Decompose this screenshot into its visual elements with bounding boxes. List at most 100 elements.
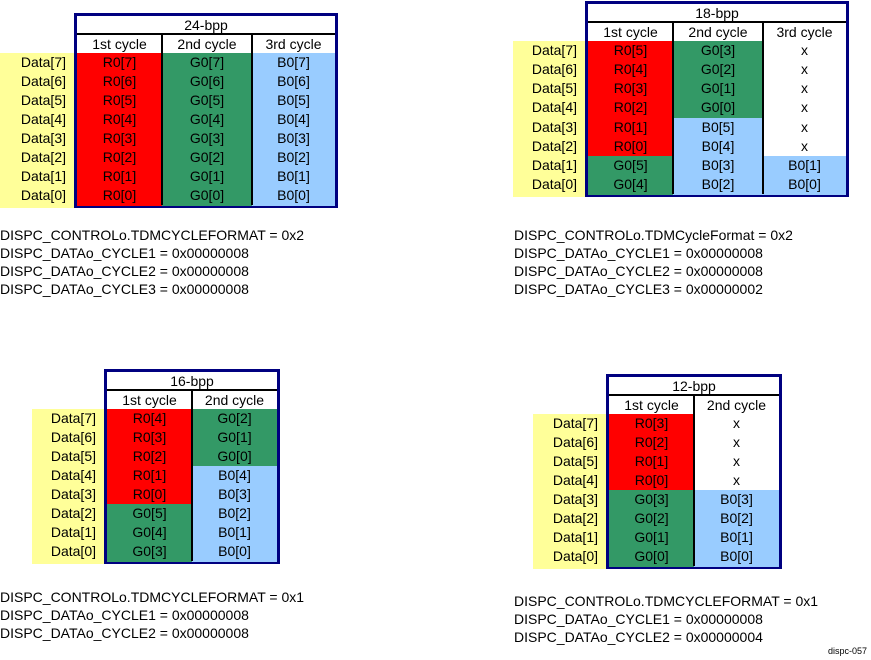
row-label: Data[0] <box>552 548 598 564</box>
bit-cell: R0[4] <box>77 110 162 130</box>
column-header: 1st cycle <box>92 36 147 52</box>
bit-cell: G0[1] <box>673 79 763 99</box>
row-label: Data[3] <box>20 130 66 146</box>
bit-cell: G0[5] <box>162 91 252 111</box>
column-header: 2nd cycle <box>706 397 767 413</box>
bit-cell: G0[6] <box>162 72 252 92</box>
bit-cell: G0[0] <box>609 547 694 567</box>
bit-cell: G0[4] <box>107 523 192 543</box>
figure-id: dispc-057 <box>827 646 867 656</box>
bit-cell: R0[3] <box>77 129 162 149</box>
bit-cell: R0[2] <box>77 148 162 168</box>
bit-cell: B0[1] <box>763 155 846 176</box>
column-divider <box>161 35 163 205</box>
bit-cell: G0[3] <box>162 129 252 149</box>
row-label: Data[7] <box>50 410 96 426</box>
row-label: Data[7] <box>20 54 66 70</box>
column-header: 1st cycle <box>122 392 177 408</box>
column-header: 2nd cycle <box>688 24 748 40</box>
bit-cell: R0[3] <box>588 79 673 99</box>
bit-cell: x <box>694 414 779 434</box>
bit-cell: B0[2] <box>673 174 763 195</box>
row-label: Data[4] <box>50 467 96 483</box>
bit-cell: x <box>763 60 846 80</box>
table-title: 18-bpp <box>588 4 846 23</box>
table-title: 12-bpp <box>609 377 779 396</box>
bit-cell: B0[7] <box>252 53 335 73</box>
bit-cell: R0[5] <box>588 41 673 61</box>
register-line: DISPC_CONTROLo.TDMCycleFormat = 0x2 <box>514 227 793 243</box>
bit-cell: G0[1] <box>192 428 277 448</box>
register-settings: DISPC_CONTROLo.TDMCYCLEFORMAT = 0x2 DISPC… <box>0 226 304 298</box>
row-labels: Data[7] Data[6] Data[5] Data[4] Data[3] Data[… <box>32 409 104 564</box>
bit-cell: G0[2] <box>162 148 252 168</box>
bit-cell: x <box>694 452 779 472</box>
bit-cell: R0[2] <box>107 447 192 467</box>
bit-cell: R0[7] <box>77 53 162 73</box>
bit-cell: B0[0] <box>763 174 846 195</box>
column-header: 2nd cycle <box>177 36 237 52</box>
bit-cell: R0[1] <box>77 167 162 187</box>
register-line: DISPC_DATAo_CYCLE2 = 0x00000008 <box>0 263 249 279</box>
row-label: Data[6] <box>50 429 96 445</box>
column-header: 2nd cycle <box>204 392 265 408</box>
register-settings: DISPC_CONTROLo.TDMCycleFormat = 0x2 DISPC… <box>514 226 793 298</box>
bit-cell: G0[0] <box>162 186 252 206</box>
bit-cell: x <box>763 136 846 157</box>
row-label: Data[3] <box>50 486 96 502</box>
bit-cell: G0[3] <box>609 490 694 510</box>
row-label: Data[5] <box>531 80 577 97</box>
row-label: Data[6] <box>552 434 598 450</box>
register-line: DISPC_DATAo_CYCLE2 = 0x00000008 <box>0 625 249 641</box>
bit-cell: R0[6] <box>77 72 162 92</box>
bit-cell: R0[3] <box>609 414 694 434</box>
bit-cell: R0[4] <box>588 60 673 80</box>
bit-cell: B0[5] <box>252 91 335 111</box>
bit-cell: R0[4] <box>107 409 192 429</box>
bit-cell: G0[4] <box>162 110 252 130</box>
column-header: 1st cycle <box>603 24 658 40</box>
register-line: DISPC_CONTROLo.TDMCYCLEFORMAT = 0x1 <box>514 593 819 609</box>
register-line: DISPC_DATAo_CYCLE3 = 0x00000008 <box>0 281 249 297</box>
register-line: DISPC_DATAo_CYCLE2 = 0x00000008 <box>514 263 763 279</box>
row-label: Data[5] <box>50 448 96 464</box>
bit-cell: R0[1] <box>609 452 694 472</box>
row-label: Data[2] <box>50 505 96 521</box>
row-label: Data[1] <box>20 168 66 184</box>
bit-cell: G0[3] <box>673 41 763 61</box>
bit-cell: B0[3] <box>252 129 335 149</box>
bit-cell: B0[3] <box>192 485 277 505</box>
table-title: 16-bpp <box>107 372 277 391</box>
bit-cell: G0[2] <box>609 509 694 529</box>
row-label: Data[1] <box>50 524 96 540</box>
bit-cell: x <box>763 117 846 138</box>
bit-cell: G0[1] <box>609 528 694 548</box>
bit-cell: x <box>763 98 846 118</box>
row-label: Data[5] <box>20 92 66 108</box>
bit-cell: G0[2] <box>192 409 277 429</box>
bit-cell: R0[1] <box>107 466 192 486</box>
bit-cell: R0[3] <box>107 428 192 448</box>
row-label: Data[0] <box>20 187 66 203</box>
register-line: DISPC_DATAo_CYCLE1 = 0x00000008 <box>514 245 763 261</box>
bit-cell: B0[0] <box>252 186 335 206</box>
bit-cell: x <box>763 79 846 99</box>
bit-cell: B0[1] <box>192 523 277 543</box>
bit-cell: B0[4] <box>673 136 763 157</box>
bit-cell: G0[2] <box>673 60 763 80</box>
row-labels: Data[7] Data[6] Data[5] Data[4] Data[3] Data[… <box>513 41 585 197</box>
bit-cell: G0[1] <box>162 167 252 187</box>
bit-cell: B0[2] <box>694 509 779 529</box>
register-line: DISPC_CONTROLo.TDMCYCLEFORMAT = 0x1 <box>0 589 305 605</box>
bit-cell: x <box>694 433 779 453</box>
row-labels: Data[7] Data[6] Data[5] Data[4] Data[3] Data[… <box>533 414 606 569</box>
bit-cell: R0[2] <box>609 433 694 453</box>
register-settings: DISPC_CONTROLo.TDMCYCLEFORMAT = 0x1 DISPC… <box>514 592 818 646</box>
mapping-table: 16-bpp 1st cycle 2nd cycle R0[4] G0[2] R0[3] G… <box>104 369 280 564</box>
bit-cell: B0[3] <box>694 490 779 510</box>
register-line: DISPC_CONTROLo.TDMCYCLEFORMAT = 0x2 <box>0 227 305 243</box>
row-label: Data[1] <box>552 529 598 545</box>
bit-cell: R0[0] <box>609 471 694 491</box>
row-label: Data[3] <box>531 118 577 135</box>
row-label: Data[5] <box>552 453 598 469</box>
